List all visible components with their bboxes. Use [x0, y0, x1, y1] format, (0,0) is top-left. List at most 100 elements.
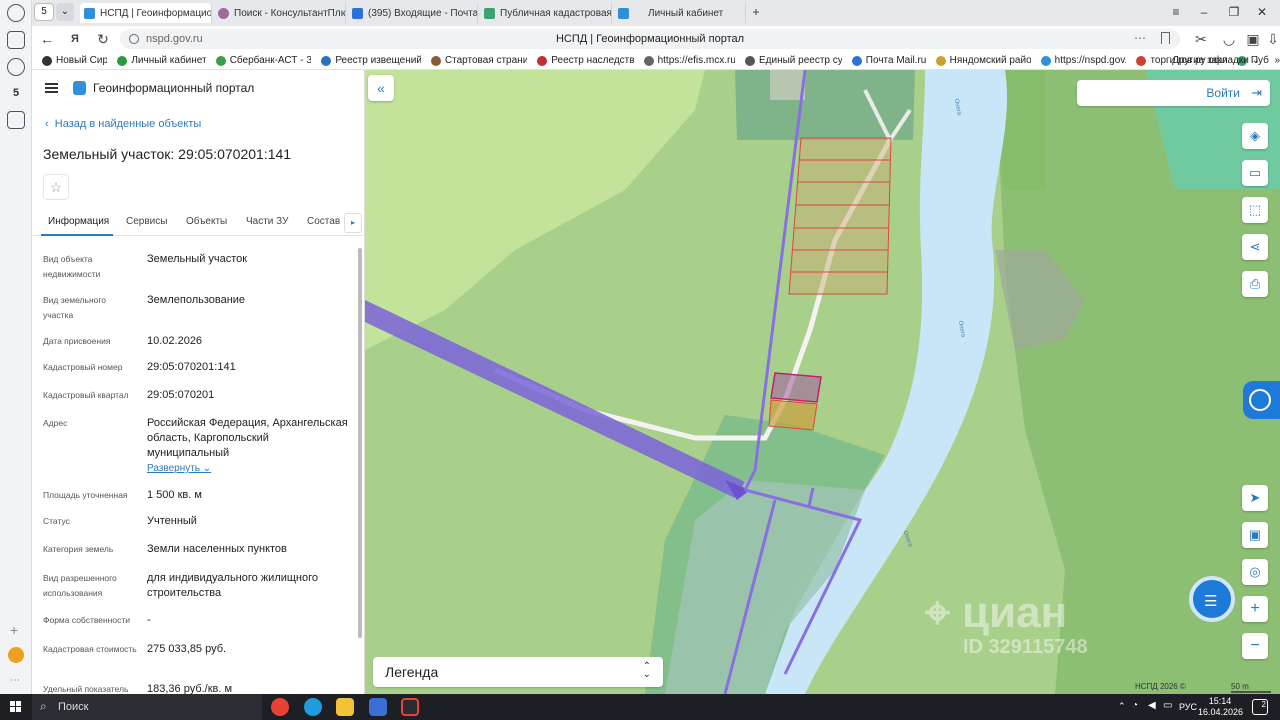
select-area-button[interactable]: ⬚	[1242, 197, 1268, 223]
bookmarks-more-icon[interactable]: »	[1275, 55, 1280, 66]
tab-information[interactable]: Информация	[48, 216, 109, 227]
bookmark-item[interactable]: Личный кабинет	[117, 55, 206, 66]
bookmark-item[interactable]: https://efis.mcx.ru	[643, 55, 735, 66]
clock[interactable]: 15:14 16.04.2026	[1198, 696, 1243, 718]
tab-composition[interactable]: Состав	[307, 216, 340, 227]
map-favicon-icon	[484, 7, 495, 19]
bookmark-item[interactable]: Реестр наследств	[537, 55, 634, 66]
zoom-out-button[interactable]: −	[1242, 633, 1268, 659]
history-icon[interactable]	[7, 4, 25, 22]
tab-counter[interactable]: 5	[34, 3, 54, 21]
hamburger-menu-icon[interactable]	[45, 83, 58, 93]
map-view[interactable]: Онега Онега Онега ⌖ циан ID 329115748 « …	[365, 70, 1280, 694]
share-button[interactable]: ⋖	[1242, 234, 1268, 260]
tab-consultant[interactable]: Поиск - КонсультантПлюс	[214, 3, 346, 23]
more-options-icon[interactable]: ⋯	[1134, 31, 1146, 45]
collections-toolbar-icon[interactable]: ▣	[1244, 30, 1262, 48]
bookmark-item[interactable]: Единый реестр су	[745, 55, 842, 66]
menu-icon[interactable]: ≡	[1168, 5, 1184, 19]
login-icon: ⇥	[1251, 85, 1262, 100]
bookmark-favicon-icon	[1040, 55, 1051, 66]
close-window-icon[interactable]: ✕	[1254, 5, 1270, 19]
extensions-icon[interactable]: ✂	[1192, 30, 1210, 48]
tab-objects[interactable]: Объекты	[186, 216, 227, 227]
navigate-button[interactable]: ➤	[1242, 485, 1268, 511]
wifi-icon[interactable]: ◔	[1132, 700, 1138, 711]
tab-count-icon[interactable]: 5	[7, 84, 25, 102]
yandex-icon[interactable]: Я	[66, 30, 84, 48]
collections-icon[interactable]	[7, 31, 25, 49]
minimap-button[interactable]: ▣	[1242, 522, 1268, 548]
measure-ruler-button[interactable]: ▭	[1242, 160, 1268, 186]
url-bar[interactable]: nspd.gov.ru НСПД | Геоинформационный пор…	[120, 29, 1180, 49]
bookmark-item[interactable]: Реестр извещений	[321, 55, 421, 66]
geolocate-button[interactable]: ◎	[1242, 559, 1268, 585]
back-to-results-link[interactable]: ‹ Назад в найденные объекты	[45, 118, 201, 130]
tabs-dropdown-icon[interactable]: ⌄	[56, 3, 74, 21]
expand-link[interactable]: Развернуть ⌄	[147, 461, 353, 476]
layers-button[interactable]: ◈	[1242, 123, 1268, 149]
notifications-icon[interactable]: 2	[1252, 699, 1268, 715]
legend-dropdown[interactable]: Легенда ⌃ ⌄	[373, 657, 663, 687]
back-arrow-icon[interactable]: ←	[38, 30, 56, 48]
minimize-icon[interactable]: –	[1196, 5, 1212, 19]
chrome-app-icon[interactable]	[271, 698, 289, 716]
edge-app-icon[interactable]	[304, 698, 322, 716]
assistant-icon[interactable]	[8, 647, 24, 663]
favorite-star-icon[interactable]: ☆	[43, 174, 69, 200]
tab-label: (395) Входящие - Почта Mail	[368, 7, 478, 19]
language-indicator[interactable]: РУС	[1179, 702, 1197, 712]
taskbar-search[interactable]: ⌕ Поиск	[32, 694, 262, 720]
tab-nspd[interactable]: НСПД | Геоинформацио ✕	[80, 3, 212, 23]
active-tab-indicator	[41, 234, 113, 236]
property-value: 29:05:070201:141	[147, 361, 236, 373]
screenshot-icon[interactable]	[7, 111, 25, 129]
bookmark-icon[interactable]	[1161, 32, 1170, 44]
add-icon[interactable]: +	[10, 622, 18, 638]
explorer-app-icon[interactable]	[336, 698, 354, 716]
map-canvas[interactable]	[365, 70, 1280, 694]
bookmark-item[interactable]: Новый Сир	[42, 55, 107, 66]
other-bookmarks[interactable]: Другие закладки ⌄	[1172, 55, 1260, 66]
property-key: Удельный показатель	[43, 684, 129, 694]
bookmark-item[interactable]: Сбербанк-АСТ - З	[215, 55, 311, 66]
yandex-browser-app-icon[interactable]	[369, 698, 387, 716]
assistant-chat-tab[interactable]	[1243, 381, 1280, 419]
property-value: Земли населенных пунктов	[147, 543, 287, 555]
bookmark-label: Реестр извещений	[335, 55, 421, 66]
tab-cadastral-map[interactable]: Публичная кадастровая карта	[480, 3, 612, 23]
bookmark-favicon-icon	[643, 55, 654, 66]
battery-icon[interactable]: ▭	[1163, 700, 1172, 711]
support-chat-button[interactable]: ☰	[1189, 576, 1235, 622]
bookmark-item[interactable]: Почта Mail.ru	[851, 55, 926, 66]
back-link-label: Назад в найденные объекты	[54, 118, 202, 130]
reload-icon[interactable]: ↻	[94, 30, 112, 48]
tab-cabinet[interactable]: Личный кабинет	[614, 3, 746, 23]
parcel-block	[788, 137, 892, 295]
tab-mail[interactable]: (395) Входящие - Почта Mail	[348, 3, 478, 23]
bookmark-item[interactable]: Няндомский райо	[935, 55, 1031, 66]
restore-icon[interactable]: ❐	[1226, 5, 1242, 19]
parcel-grid	[788, 137, 892, 295]
watermark: ⌖ циан	[925, 588, 1067, 638]
search-label: Поиск	[58, 701, 89, 713]
app-icon[interactable]	[401, 698, 419, 716]
panel-scrollbar[interactable]	[358, 248, 362, 638]
tabs-scroll-right-icon[interactable]: ▸	[344, 213, 362, 233]
tab-services[interactable]: Сервисы	[126, 216, 167, 227]
downloads-icon[interactable]: ⇩	[1264, 30, 1280, 48]
play-icon[interactable]	[7, 58, 25, 76]
more-icon[interactable]: ⋯	[10, 675, 20, 686]
tab-parts[interactable]: Части ЗУ	[246, 216, 288, 227]
windows-start-icon[interactable]	[10, 701, 22, 713]
login-button[interactable]: Войти ⇥	[1077, 80, 1270, 106]
volume-icon[interactable]: ◀	[1148, 700, 1156, 711]
print-button[interactable]: ⎙	[1242, 271, 1268, 297]
bookmark-item[interactable]: https://nspd.gov.	[1040, 55, 1126, 66]
protect-icon[interactable]: ◡	[1220, 30, 1238, 48]
zoom-in-button[interactable]: +	[1242, 596, 1268, 622]
bookmark-item[interactable]: Стартовая страни	[430, 55, 527, 66]
tray-chevron-icon[interactable]: ⌃	[1118, 701, 1126, 712]
collapse-panel-button[interactable]: «	[368, 75, 394, 101]
new-tab-icon[interactable]: +	[748, 5, 764, 19]
